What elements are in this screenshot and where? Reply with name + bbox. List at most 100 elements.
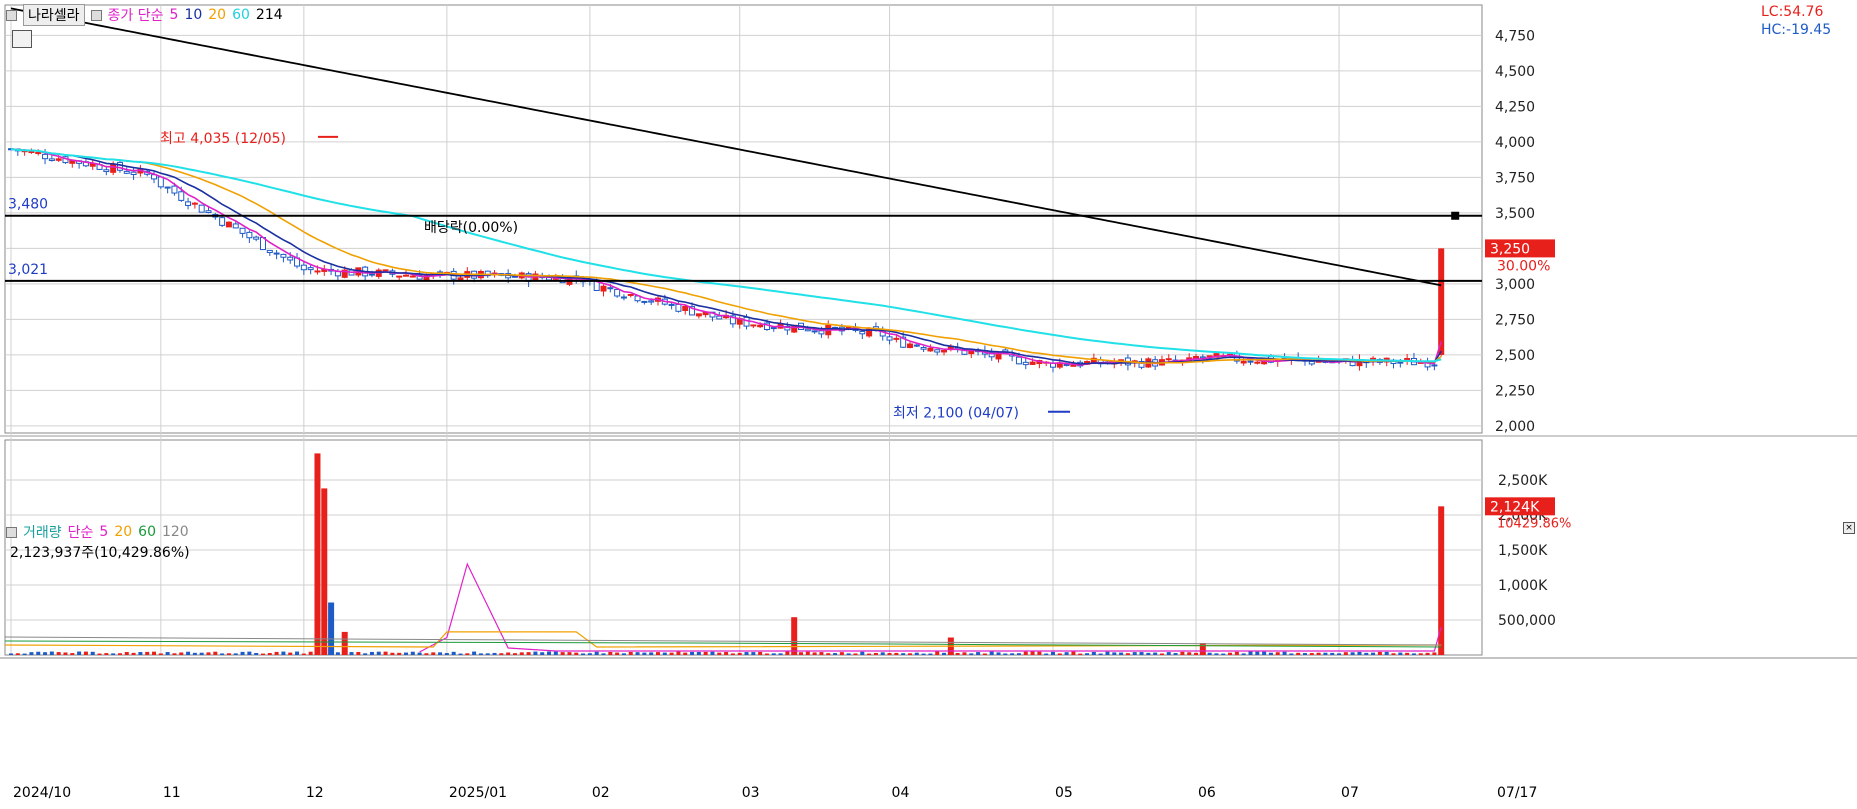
volume-bar xyxy=(1398,652,1403,655)
volume-bar xyxy=(22,653,27,655)
volume-bar xyxy=(1214,653,1219,655)
volume-bar xyxy=(70,653,75,655)
candle-body xyxy=(157,176,164,188)
ma-period-60: 60 xyxy=(232,7,250,23)
volume-bar xyxy=(955,652,960,655)
calculator-icon[interactable] xyxy=(12,30,32,48)
volume-bar xyxy=(547,651,552,655)
volume-bar xyxy=(621,653,626,655)
candle-body xyxy=(627,293,634,296)
volume-bar xyxy=(540,652,545,655)
volume-bar xyxy=(601,653,606,655)
volume-bar xyxy=(1296,652,1301,655)
candle-body xyxy=(225,221,232,228)
candle-body xyxy=(1015,356,1022,365)
ma-label: 종가 단순 xyxy=(107,8,164,24)
volume-bar xyxy=(131,652,136,655)
volume-bar xyxy=(192,652,197,655)
volume-bar xyxy=(635,652,640,655)
volume-bar xyxy=(226,653,231,655)
volume-bar xyxy=(1098,653,1103,655)
candle-body xyxy=(893,337,900,340)
candle-body xyxy=(600,285,607,292)
stock-name[interactable]: 나라셀라 xyxy=(23,4,85,26)
volume-bar xyxy=(867,653,872,655)
volume-bar xyxy=(383,651,388,655)
dividend-annotation: 배당락(0.00%) xyxy=(424,220,518,236)
volume-tick-label: 2,500K xyxy=(1498,473,1548,489)
price-tick-label: 4,250 xyxy=(1495,99,1535,115)
volume-bar xyxy=(526,652,531,655)
candle-body xyxy=(886,336,893,341)
candle-body xyxy=(648,300,655,303)
ma-menu-icon[interactable] xyxy=(90,9,102,21)
volume-bar xyxy=(117,653,122,655)
candle-body xyxy=(941,349,948,353)
volume-bar xyxy=(404,652,409,655)
volume-bar xyxy=(199,652,204,655)
volume-bar xyxy=(581,653,586,655)
volume-bar xyxy=(812,652,817,655)
volume-bar xyxy=(1391,653,1396,655)
panel-menu-icon[interactable] xyxy=(6,9,17,21)
volume-bar xyxy=(615,652,620,655)
volume-bar xyxy=(213,651,218,655)
candle-body xyxy=(198,204,205,213)
volume-bar xyxy=(165,652,170,655)
candle-body xyxy=(695,313,702,317)
volume-menu-icon[interactable] xyxy=(6,526,17,538)
candle-body xyxy=(668,303,675,306)
volume-bar xyxy=(758,651,763,655)
ma-period-5: 5 xyxy=(169,7,179,23)
volume-bar xyxy=(1405,652,1410,655)
price-tick-label: 4,750 xyxy=(1495,28,1535,44)
candle-body xyxy=(743,316,750,327)
candle-body xyxy=(859,330,866,335)
volume-bar xyxy=(281,651,286,655)
volume-ma-120: 120 xyxy=(161,524,189,540)
price-tick-label: 2,500 xyxy=(1495,348,1535,364)
candle-body xyxy=(811,330,818,333)
candle-body xyxy=(130,171,137,176)
volume-bar xyxy=(424,653,429,655)
volume-bar xyxy=(703,651,708,655)
candle-body xyxy=(164,186,171,189)
volume-bar xyxy=(1262,651,1267,655)
volume-bar xyxy=(49,651,54,655)
volume-bar xyxy=(104,653,109,655)
volume-bar xyxy=(29,652,34,655)
volume-bar xyxy=(982,653,987,655)
candle-body xyxy=(614,288,621,297)
volume-bar xyxy=(1023,651,1028,655)
volume-bar xyxy=(1037,651,1042,655)
volume-bar xyxy=(1091,651,1096,655)
volume-tick-label: 500,000 xyxy=(1498,613,1556,629)
volume-bar xyxy=(1146,652,1151,655)
candle-body xyxy=(620,296,627,299)
candle-body xyxy=(287,256,294,261)
volume-bar xyxy=(506,652,511,655)
chart-svg[interactable]: 2024/10 11 12 2025/01 02 03 04 05 06 07 07/17 2,000… xyxy=(0,0,1857,805)
close-icon[interactable]: × xyxy=(1843,522,1855,534)
volume-tick-label: 1,000K xyxy=(1498,578,1548,594)
volume-bar xyxy=(1078,653,1083,655)
candle-body xyxy=(307,267,314,271)
volume-bar xyxy=(839,652,844,655)
volume-bar xyxy=(288,652,293,655)
volume-bar xyxy=(431,652,436,655)
candle-body xyxy=(818,330,825,335)
candle-body xyxy=(409,275,416,278)
candle-body xyxy=(1397,361,1404,364)
volume-bar xyxy=(1275,652,1280,655)
volume-bar xyxy=(778,653,783,655)
volume-bar xyxy=(240,651,245,655)
volume-bar xyxy=(1187,652,1192,655)
ma-period-20: 20 xyxy=(208,7,227,23)
candle-body xyxy=(55,158,62,161)
candle-body xyxy=(35,151,42,154)
candle-body xyxy=(110,163,117,173)
volume-bar xyxy=(519,652,524,655)
candle-body xyxy=(1308,360,1315,365)
volume-spike xyxy=(341,631,348,655)
candle-body xyxy=(103,169,110,173)
